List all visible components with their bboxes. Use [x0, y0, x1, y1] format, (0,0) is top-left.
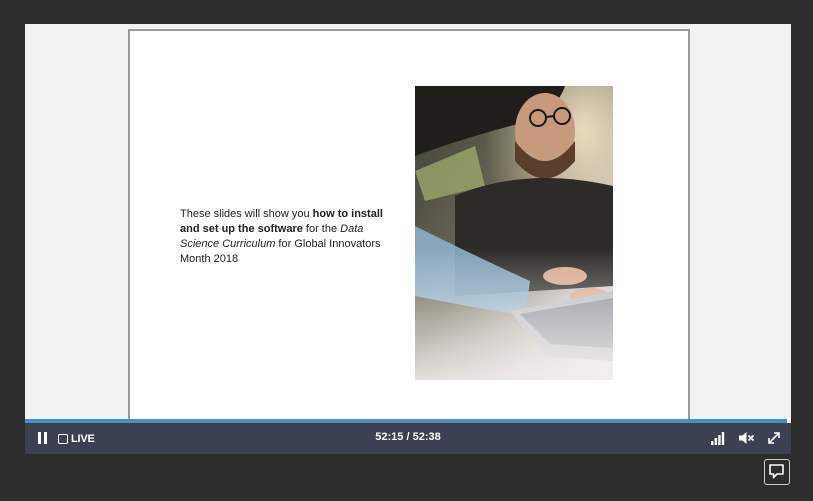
chat-button[interactable]: [764, 459, 790, 485]
mute-button[interactable]: [739, 431, 755, 446]
presentation-slide: These slides will show you how to instal…: [128, 29, 690, 423]
slide-photo: [415, 86, 613, 380]
signal-bars-icon: [711, 432, 725, 445]
slide-body-text: These slides will show you how to instal…: [180, 207, 395, 267]
slide-text-part: These slides will show you: [180, 208, 313, 220]
player-controls: LIVE 52:15 / 52:38: [25, 423, 791, 454]
slide-text-part: for the: [302, 223, 341, 235]
video-player: These slides will show you how to instal…: [25, 24, 791, 454]
quality-button[interactable]: [711, 431, 727, 446]
mute-icon: [739, 432, 755, 444]
time-display: 52:15 / 52:38: [375, 431, 441, 443]
fullscreen-button[interactable]: [767, 431, 783, 446]
chat-icon: [769, 464, 784, 479]
expand-icon: [768, 432, 780, 444]
